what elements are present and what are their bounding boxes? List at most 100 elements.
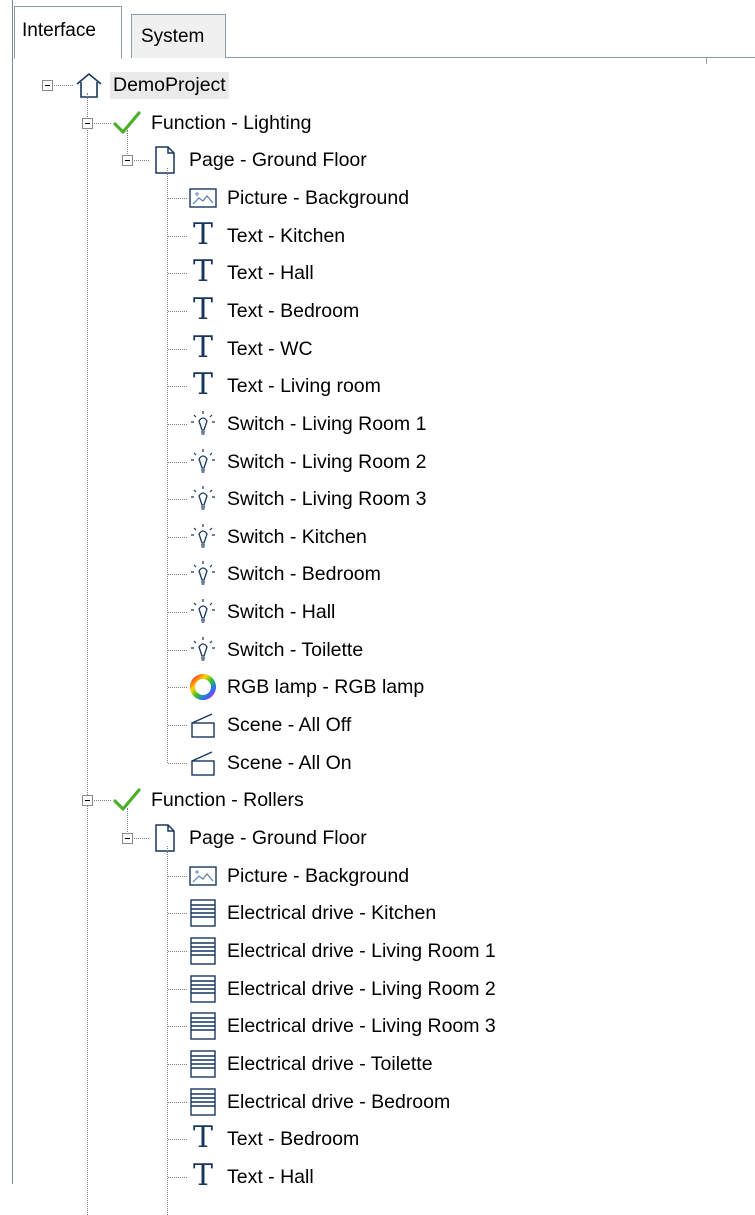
tree-node-label: Text - Bedroom [227,1127,360,1150]
tree-connector [168,687,187,688]
tree-connector [168,650,187,651]
roller-blind-icon [188,974,218,1004]
tree-node[interactable]: T Text - Kitchen [188,220,348,252]
tree-node[interactable]: Electrical drive - Kitchen [188,897,439,929]
collapse-toggle[interactable] [122,155,133,166]
roller-blind-icon [188,898,218,928]
tree-connector [168,725,187,726]
tree-connector [168,537,187,538]
tree-node[interactable]: T Text - Hall [188,257,317,289]
roller-blind-icon [188,1087,218,1117]
tree-node[interactable]: Switch - Kitchen [188,521,370,553]
tree-connector [168,198,187,199]
tree-connector [168,1139,187,1140]
light-bulb-icon [188,597,218,627]
tree-node[interactable]: Scene - All On [188,747,355,779]
home-icon [74,70,104,100]
tree-node[interactable]: Switch - Living Room 1 [188,408,429,440]
tree-node[interactable]: Page - Ground Floor [150,822,370,854]
roller-blind-icon [188,936,218,966]
light-bulb-icon [188,447,218,477]
tree-guide-line [167,168,168,763]
tree-node[interactable]: T Text - Living room [188,370,384,402]
tree-node-label: Electrical drive - Living Room 2 [227,977,496,1000]
tree-node-label: Switch - Bedroom [227,562,381,585]
tree-node[interactable]: Switch - Toilette [188,634,366,666]
tree-node-label: Function - Lighting [151,111,312,134]
tree-node-label: Switch - Living Room 1 [227,412,427,435]
tree-node-label: Switch - Hall [227,600,336,623]
page-icon [150,823,180,853]
light-bulb-icon [188,409,218,439]
tree-node-label: DemoProject [110,71,229,99]
light-bulb-icon [188,522,218,552]
tree-node[interactable]: Electrical drive - Living Room 2 [188,973,499,1005]
tree-node-label: Electrical drive - Living Room 3 [227,1014,496,1037]
tree-node[interactable]: Picture - Background [188,182,412,214]
tree-node-label: Text - WC [227,337,313,360]
project-tree: DemoProject Function - Lighting Page - Gro… [0,0,755,1215]
tree-node[interactable]: T Text - Bedroom [188,1123,362,1155]
tree-connector [168,462,187,463]
tree-connector [168,349,187,350]
tree-node[interactable]: T Text - WC [188,333,316,365]
collapse-toggle[interactable] [42,80,53,91]
tree-node[interactable]: Electrical drive - Living Room 3 [188,1010,499,1042]
text-icon: T [192,330,213,365]
tree-connector [168,1102,187,1103]
light-bulb-icon [188,484,218,514]
text-icon: T [192,1158,213,1193]
tree-node[interactable]: T Text - Bedroom [188,295,362,327]
tree-node[interactable]: Switch - Bedroom [188,558,384,590]
tree-node[interactable]: DemoProject [74,69,229,101]
tree-connector [168,499,187,500]
scene-icon [188,748,218,778]
collapse-toggle[interactable] [122,833,133,844]
tree-connector [168,989,187,990]
tree-node[interactable]: Switch - Living Room 2 [188,446,429,478]
tree-node-label: Electrical drive - Toilette [227,1052,433,1075]
tree-connector [168,951,187,952]
tree-connector [168,876,187,877]
tree-node-label: Electrical drive - Kitchen [227,901,437,924]
tree-guide-line [87,93,88,1215]
text-icon: T [192,1120,213,1155]
tree-node-label: Switch - Living Room 3 [227,487,427,510]
tree-node[interactable]: T Text - Hall [188,1161,317,1193]
tree-node[interactable]: Function - Lighting [112,107,314,139]
tree-node-label: Switch - Kitchen [227,525,367,548]
scene-icon [188,710,218,740]
tree-node[interactable]: Electrical drive - Living Room 1 [188,935,499,967]
tree-node-label: Text - Bedroom [227,299,360,322]
tree-node[interactable]: Switch - Hall [188,596,338,628]
tree-node[interactable]: Electrical drive - Bedroom [188,1086,453,1118]
tree-connector [168,1064,187,1065]
tree-node[interactable]: Switch - Living Room 3 [188,483,429,515]
light-bulb-icon [188,559,218,589]
tree-node-label: RGB lamp - RGB lamp [227,675,425,698]
tree-node-label: Text - Hall [227,261,314,284]
tree-connector [168,1026,187,1027]
tree-guide-line [167,846,168,1215]
tree-node-label: Page - Ground Floor [189,826,367,849]
tree-node-label: Picture - Background [227,186,410,209]
tree-node[interactable]: Picture - Background [188,860,412,892]
tree-connector [168,913,187,914]
tree-connector [168,574,187,575]
tree-node[interactable]: Page - Ground Floor [150,144,370,176]
collapse-toggle[interactable] [82,118,93,129]
tree-node-label: Electrical drive - Living Room 1 [227,939,496,962]
tree-node[interactable]: Function - Rollers [112,784,307,816]
roller-blind-icon [188,1049,218,1079]
tree-node-label: Text - Kitchen [227,224,346,247]
page-icon [150,145,180,175]
tree-node[interactable]: RGB lamp - RGB lamp [188,671,427,703]
tree-connector [168,236,187,237]
tree-node-label: Switch - Living Room 2 [227,450,427,473]
tree-connector [168,424,187,425]
tree-node[interactable]: Electrical drive - Toilette [188,1048,436,1080]
tab-interface[interactable]: Interface [14,6,122,59]
tree-node[interactable]: Scene - All Off [188,709,354,741]
collapse-toggle[interactable] [82,795,93,806]
tree-connector [168,386,187,387]
